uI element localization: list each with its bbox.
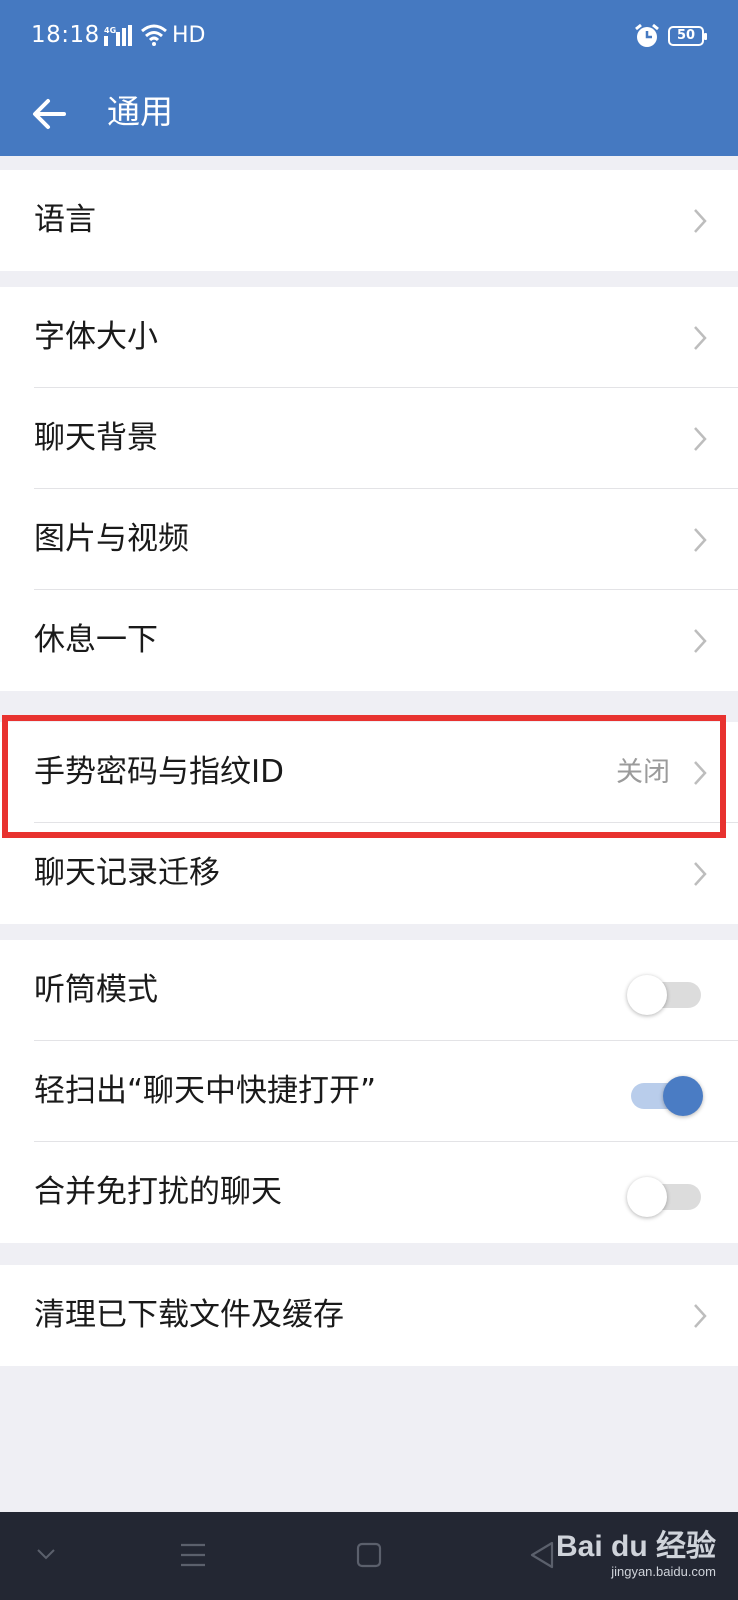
chevron-right-icon bbox=[694, 862, 707, 886]
chevron-down-icon[interactable] bbox=[36, 1548, 56, 1562]
row-label: 休息一下 bbox=[34, 622, 158, 658]
take-a-break-row[interactable]: 休息一下 bbox=[0, 590, 738, 691]
signal-4g-icon: 4G bbox=[104, 25, 134, 51]
row-label: 手势密码与指纹ID bbox=[34, 754, 285, 790]
settings-group-storage: 清理已下载文件及缓存 bbox=[0, 1265, 738, 1366]
row-label: 字体大小 bbox=[34, 319, 158, 355]
baidu-jingyan-watermark: Bai du 经验 jingyan.baidu.com bbox=[556, 1530, 716, 1580]
earpiece-mode-row: 听筒模式 bbox=[0, 940, 738, 1041]
back-button[interactable] bbox=[26, 88, 78, 140]
earpiece-mode-toggle[interactable] bbox=[627, 971, 703, 1015]
settings-group-language: 语言 bbox=[0, 170, 738, 271]
row-label: 语言 bbox=[34, 202, 96, 238]
watermark-url: jingyan.baidu.com bbox=[611, 1564, 716, 1579]
row-label: 图片与视频 bbox=[34, 521, 189, 557]
settings-group-display: 字体大小 聊天背景 图片与视频 休息一下 bbox=[0, 287, 738, 691]
row-label: 聊天背景 bbox=[34, 420, 158, 456]
merge-muted-chats-toggle[interactable] bbox=[627, 1173, 703, 1217]
settings-group-toggles: 听筒模式 轻扫出“聊天中快捷打开” 合并免打扰的聊天 bbox=[0, 940, 738, 1243]
clear-cache-row[interactable]: 清理已下载文件及缓存 bbox=[0, 1265, 738, 1366]
row-label: 聊天记录迁移 bbox=[34, 855, 220, 891]
photos-videos-row[interactable]: 图片与视频 bbox=[0, 489, 738, 590]
row-value: 关闭 bbox=[616, 757, 670, 788]
font-size-row[interactable]: 字体大小 bbox=[0, 287, 738, 388]
row-label: 听筒模式 bbox=[34, 972, 158, 1008]
chevron-right-icon bbox=[694, 1304, 707, 1328]
row-label: 轻扫出“聊天中快捷打开” bbox=[34, 1073, 377, 1109]
swipe-quick-open-toggle[interactable] bbox=[627, 1072, 703, 1116]
chevron-right-icon bbox=[694, 629, 707, 653]
hd-indicator: HD bbox=[172, 23, 206, 48]
toggle-knob bbox=[627, 1177, 667, 1217]
chevron-right-icon bbox=[694, 427, 707, 451]
svg-text:4G: 4G bbox=[104, 26, 116, 35]
status-time: 18:18 bbox=[31, 22, 100, 48]
row-label: 清理已下载文件及缓存 bbox=[34, 1297, 344, 1333]
page-title: 通用 bbox=[107, 92, 173, 131]
back-triangle-icon[interactable] bbox=[528, 1540, 556, 1570]
watermark-logo: Bai du 经验 bbox=[555, 1530, 716, 1563]
chevron-right-icon bbox=[694, 209, 707, 233]
alarm-icon bbox=[634, 23, 660, 53]
app-bar: 通用 bbox=[0, 72, 738, 156]
back-arrow-icon bbox=[33, 99, 66, 129]
toggle-knob bbox=[663, 1076, 703, 1116]
battery-icon: 50 bbox=[668, 26, 707, 46]
gesture-password-fingerprint-row[interactable]: 手势密码与指纹ID 关闭 bbox=[0, 722, 738, 823]
chevron-right-icon bbox=[694, 326, 707, 350]
wifi-icon bbox=[140, 24, 168, 50]
settings-group-security: 手势密码与指纹ID 关闭 聊天记录迁移 bbox=[0, 722, 738, 924]
home-square-icon[interactable] bbox=[356, 1542, 382, 1568]
row-label: 合并免打扰的聊天 bbox=[34, 1174, 282, 1210]
chevron-right-icon bbox=[694, 761, 707, 785]
merge-muted-chats-row: 合并免打扰的聊天 bbox=[0, 1142, 738, 1243]
language-row[interactable]: 语言 bbox=[0, 170, 738, 271]
toggle-knob bbox=[627, 975, 667, 1015]
chat-background-row[interactable]: 聊天背景 bbox=[0, 388, 738, 489]
swipe-quick-open-row: 轻扫出“聊天中快捷打开” bbox=[0, 1041, 738, 1142]
system-nav-bar: Bai du 经验 jingyan.baidu.com bbox=[0, 1512, 738, 1600]
status-bar: 18:18 4G HD 50 bbox=[0, 0, 738, 72]
chevron-right-icon bbox=[694, 528, 707, 552]
chat-history-migration-row[interactable]: 聊天记录迁移 bbox=[0, 823, 738, 924]
menu-icon[interactable] bbox=[179, 1542, 207, 1568]
